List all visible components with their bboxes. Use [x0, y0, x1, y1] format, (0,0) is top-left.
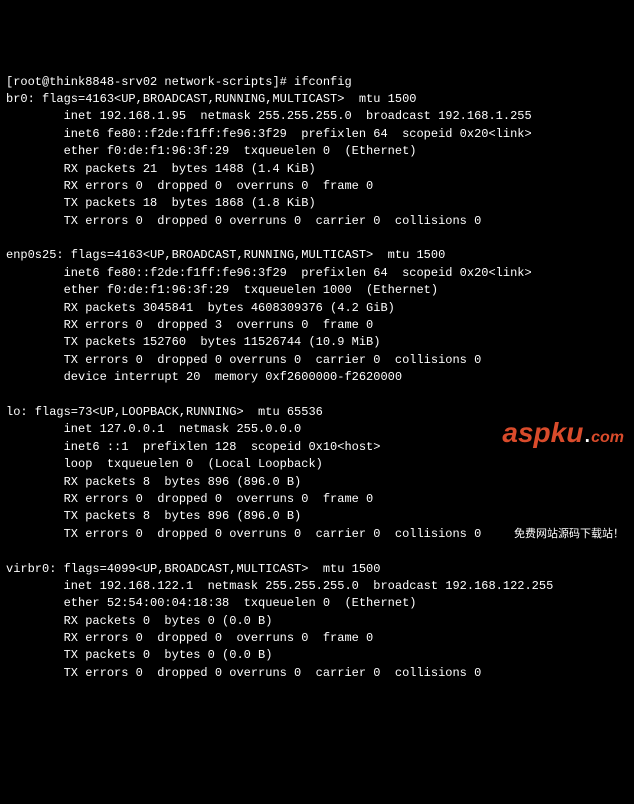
watermark-subtitle: 免费网站源码下载站！ — [471, 527, 624, 543]
watermark-dot: . — [583, 417, 591, 448]
watermark-brand: aspku.com — [471, 372, 624, 494]
watermark-brand-main: aspku — [502, 417, 583, 448]
watermark: aspku.com 免费网站源码下载站！ — [471, 337, 624, 560]
watermark-tld: com — [591, 429, 624, 446]
